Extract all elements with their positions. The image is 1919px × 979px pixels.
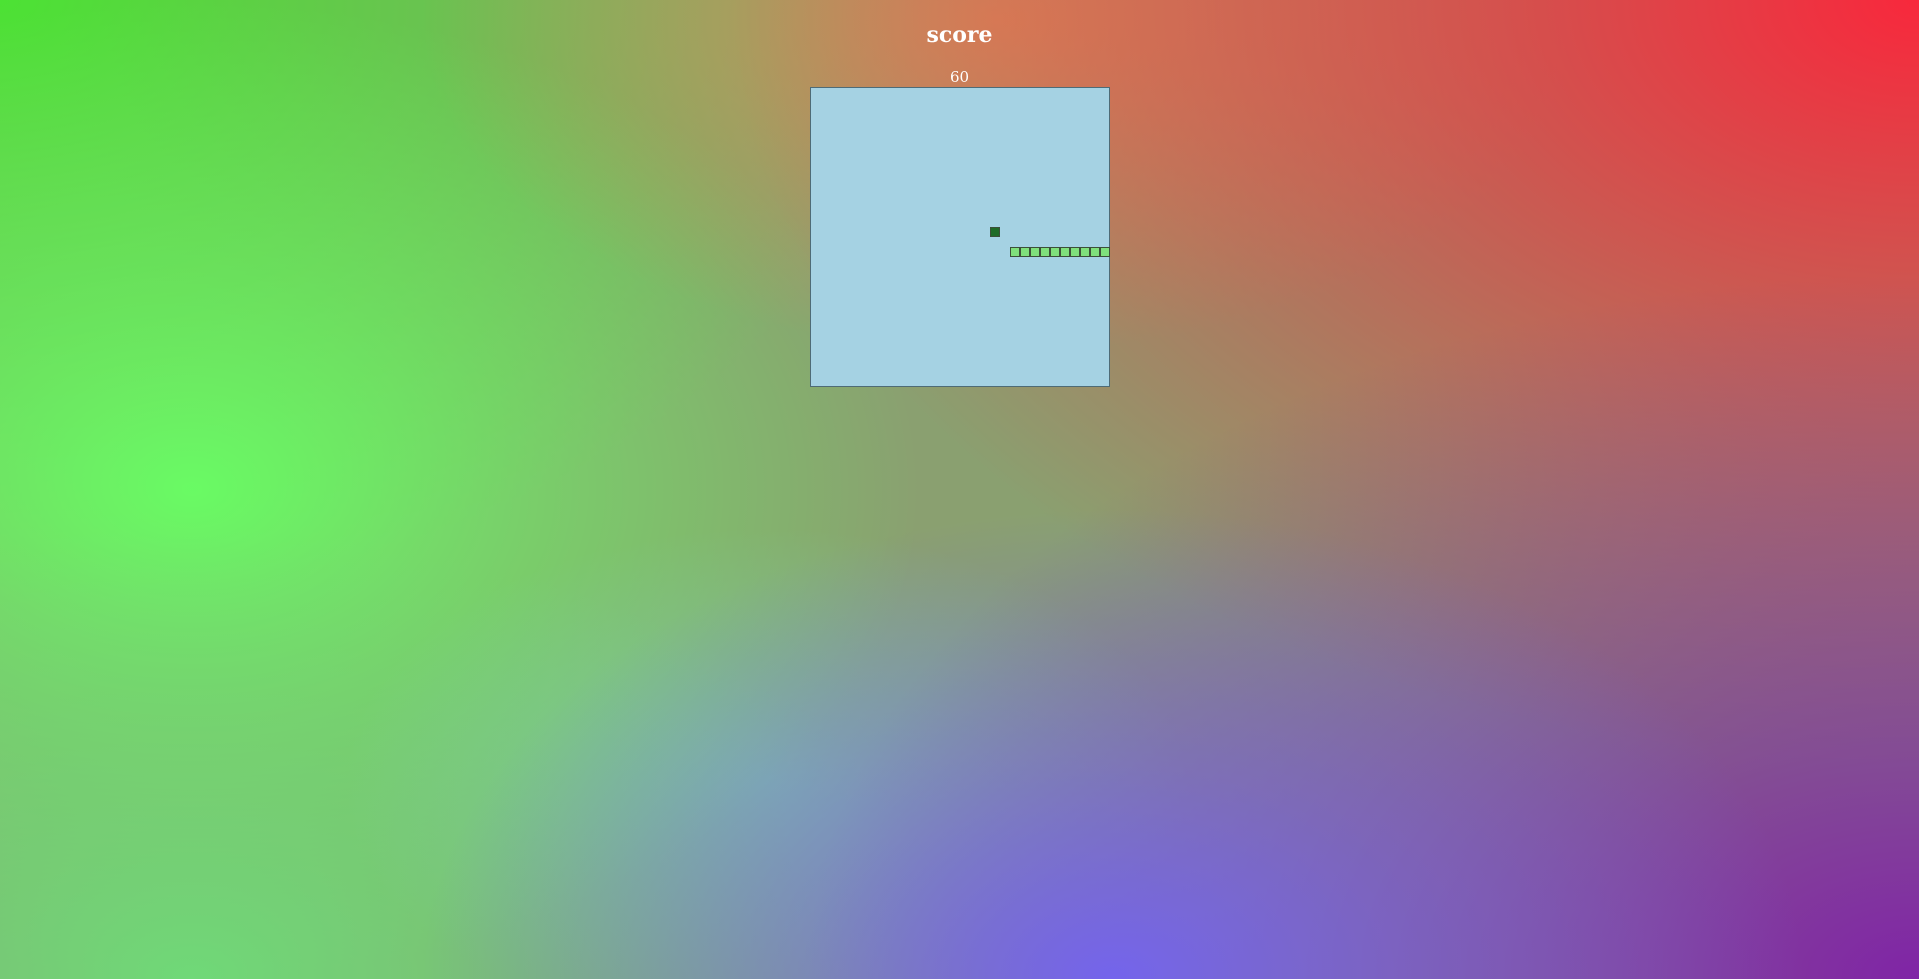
snake-segment [1050,247,1060,257]
game-board[interactable] [810,87,1110,387]
snake-segment [1040,247,1050,257]
snake-segment [1100,247,1110,257]
snake-segment [1090,247,1100,257]
score-value: 60 [949,68,970,86]
score-title: score [926,22,993,48]
game-board-canvas [990,227,1110,257]
snake-segment [1010,247,1020,257]
snake-segment [1030,247,1040,257]
snake-segment [1080,247,1090,257]
snake-segment [1060,247,1070,257]
snake-segment [1070,247,1080,257]
food-pellet [990,227,1000,237]
snake-segment [1020,247,1030,257]
